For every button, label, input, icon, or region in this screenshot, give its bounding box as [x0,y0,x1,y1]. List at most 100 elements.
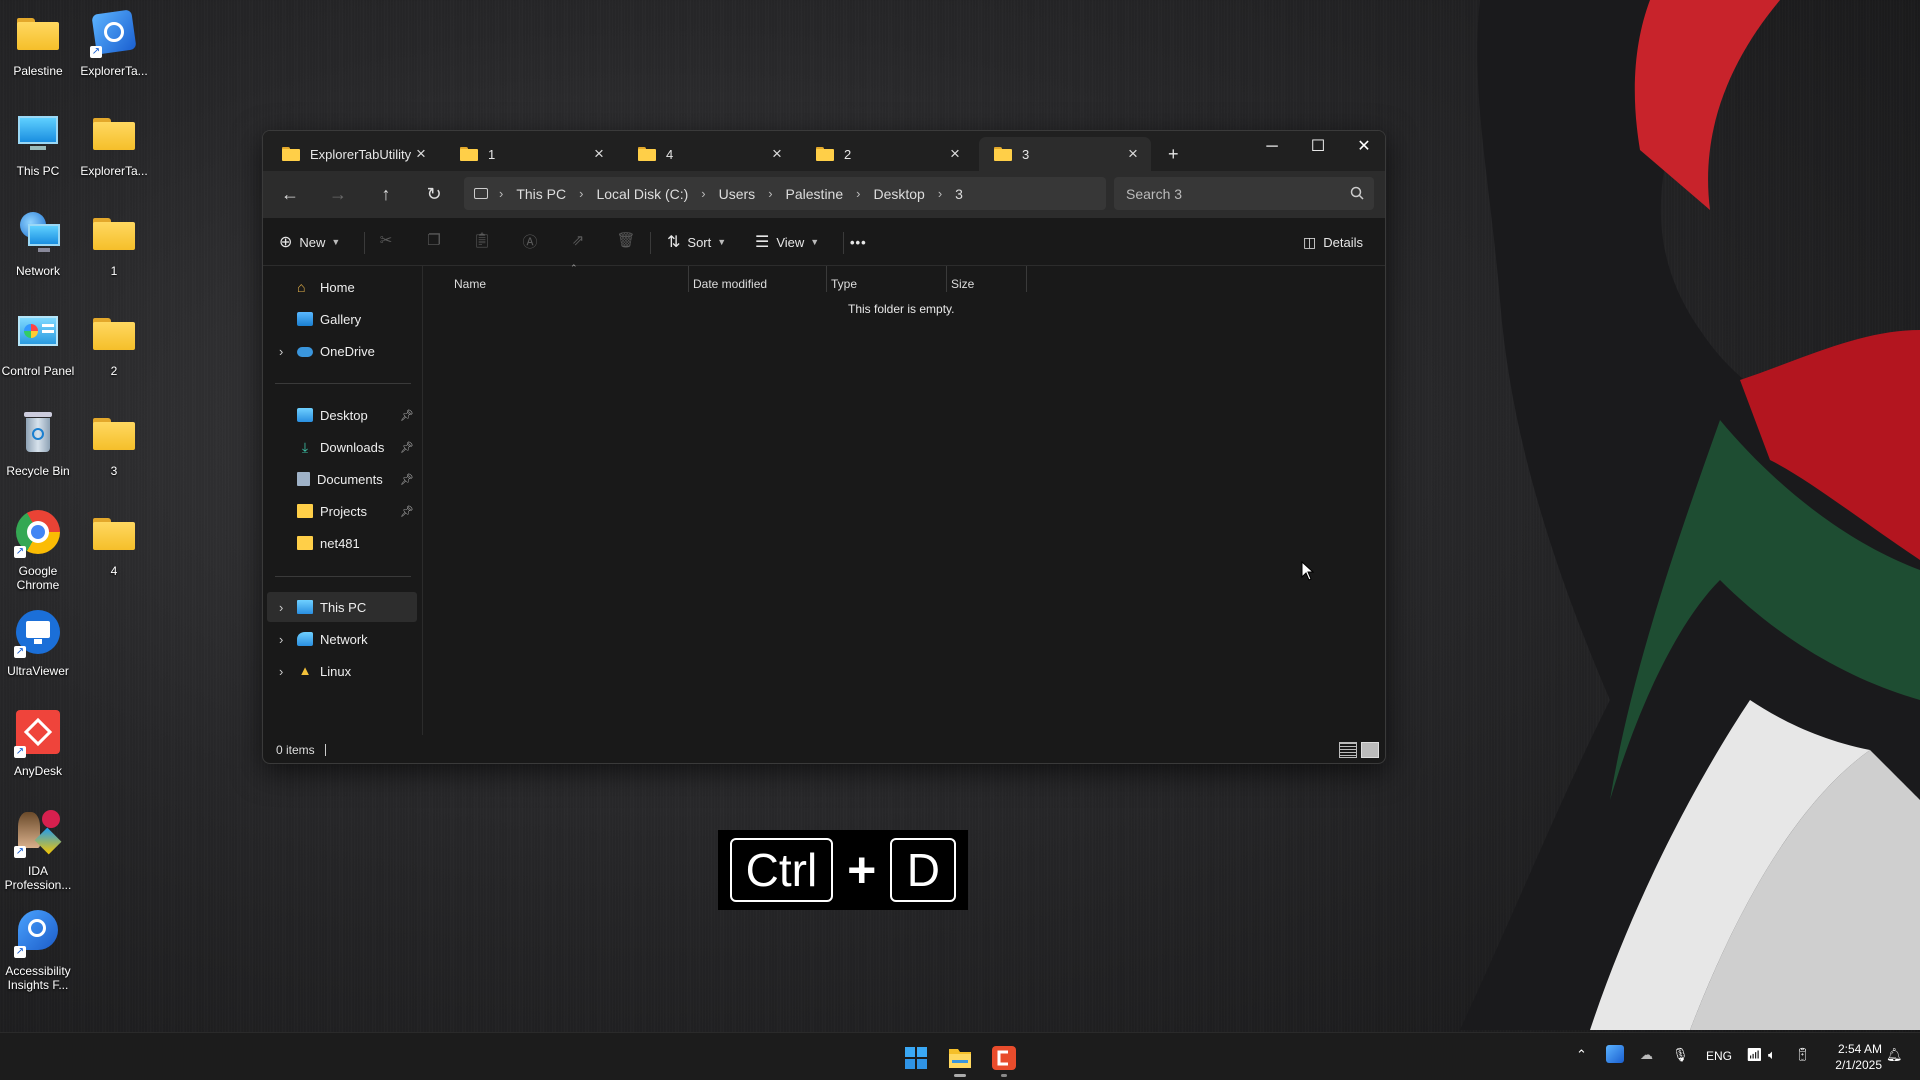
breadcrumb-palestine[interactable]: Palestine [786,186,844,202]
taskbar-file-explorer[interactable] [940,1039,980,1077]
column-header-name[interactable]: Name [454,274,486,294]
taskbar-explorertabutility[interactable] [984,1039,1024,1077]
microphone-icon[interactable]: 🎙︎ [1672,1047,1689,1063]
column-divider[interactable] [1026,266,1027,292]
refresh-icon[interactable]: ↻ [419,180,449,208]
nav-item-onedrive[interactable]: › OneDrive [267,336,417,366]
tab-1[interactable]: 1 × [445,137,617,171]
desktop-icon-network[interactable]: Network [0,206,76,298]
desktop-icon-control-panel[interactable]: Control Panel [0,306,76,398]
notifications-bell-icon[interactable]: 🔔︎ [1886,1047,1903,1063]
nav-item-documents[interactable]: Documents 📌︎ [267,464,417,494]
nav-item-home[interactable]: ⌂ Home [267,272,417,302]
desktop-icon-google-chrome[interactable]: ↗ Google Chrome [0,506,76,610]
close-tab-icon[interactable]: × [413,145,429,162]
wallpaper-flag [1460,0,1920,1030]
clock[interactable]: 2:54 AM 2/1/2025 [1828,1041,1882,1073]
desktop-icon-recycle-bin[interactable]: Recycle Bin [0,406,76,498]
breadcrumb-local-disk[interactable]: Local Disk (C:) [596,186,688,202]
desktop-icon-palestine[interactable]: Palestine [0,6,76,98]
breadcrumb-3[interactable]: 3 [955,186,963,202]
desktop-icon-explorertab-shortcut[interactable]: ↗ ExplorerTa... [76,6,152,98]
back-arrow-icon[interactable]: ← [275,180,305,208]
close-window-icon[interactable]: ✕ [1341,131,1385,163]
onedrive-offline-icon[interactable]: ☁ [1640,1047,1653,1063]
chevron-right-icon[interactable]: › [279,344,283,359]
nav-item-gallery[interactable]: Gallery [267,304,417,334]
tab-explorertabutility[interactable]: ExplorerTabUtility × [267,137,439,171]
pin-icon[interactable]: 📌︎ [400,441,414,454]
desktop-icon-folder-1[interactable]: 1 [76,206,152,298]
language-indicator[interactable]: ENG [1706,1049,1732,1063]
close-tab-icon[interactable]: × [1125,145,1141,162]
pin-icon[interactable]: 📌︎ [400,473,414,486]
minimize-icon[interactable]: ─ [1249,131,1295,163]
wifi-icon[interactable]: 📶︎ [1746,1047,1763,1063]
file-list[interactable]: ⌃ Name Date modified Type Size This fold… [423,263,1385,735]
nav-item-net481[interactable]: net481 [267,528,417,558]
explorertab-tray-icon[interactable] [1606,1045,1624,1063]
tab-3[interactable]: 3 × [979,137,1151,171]
column-divider[interactable] [688,266,689,292]
desktop-icon-folder-2[interactable]: 2 [76,306,152,398]
large-icons-view-icon[interactable] [1361,742,1379,758]
battery-icon[interactable]: 🔋︎ [1794,1047,1811,1063]
chevron-right-icon[interactable]: › [279,664,283,679]
sort-button[interactable]: ⇅ Sort ▼ [667,230,726,254]
desktop-icon-explorertab-folder[interactable]: ExplorerTa... [76,106,152,198]
maximize-icon[interactable]: ☐ [1295,131,1341,163]
column-header-date-modified[interactable]: Date modified [693,274,767,294]
close-tab-icon[interactable]: × [769,145,785,162]
tab-4[interactable]: 4 × [623,137,795,171]
nav-item-this-pc[interactable]: › This PC [267,592,417,622]
nav-item-network[interactable]: › Network [267,624,417,654]
search-input[interactable]: Search 3 [1114,177,1374,210]
column-header-size[interactable]: Size [951,274,974,294]
new-tab-button[interactable]: + [1158,137,1192,171]
paste-icon[interactable]: 📋︎ [471,231,493,253]
breadcrumb-this-pc[interactable]: This PC [516,186,566,202]
volume-icon[interactable]: 🔈︎ [1768,1047,1776,1063]
share-icon[interactable]: ⇗ [567,231,589,253]
desktop-icon-ultraviewer[interactable]: ↗ UltraViewer [0,606,76,698]
nav-item-downloads[interactable]: ⤓ Downloads 📌︎ [267,432,417,462]
nav-item-projects[interactable]: Projects 📌︎ [267,496,417,526]
nav-item-desktop[interactable]: Desktop 📌︎ [267,400,417,430]
desktop-icon-accessibility-insights[interactable]: ↗ Accessibility Insights F... [0,906,76,1010]
chevron-right-icon[interactable]: › [279,632,283,647]
desktop-icon-this-pc[interactable]: This PC [0,106,76,198]
pin-icon[interactable]: 📌︎ [400,505,414,518]
file-explorer-window[interactable]: ExplorerTabUtility × 1 × 4 × 2 × 3 × + ─… [262,130,1386,764]
desktop-icon-ida-professional[interactable]: ↗ IDA Profession... [0,806,76,910]
breadcrumb-users[interactable]: Users [719,186,756,202]
address-bar[interactable]: › This PC › Local Disk (C:) › Users › Pa… [464,177,1106,210]
title-bar[interactable]: ExplorerTabUtility × 1 × 4 × 2 × 3 × + ─… [263,131,1385,171]
desktop-icon-anydesk[interactable]: ↗ AnyDesk [0,706,76,798]
copy-icon[interactable]: ❐ [423,231,445,253]
close-tab-icon[interactable]: × [591,145,607,162]
details-view-icon[interactable] [1339,742,1357,758]
forward-arrow-icon[interactable]: → [323,180,353,208]
view-button[interactable]: ☰ View ▼ [755,230,819,254]
column-divider[interactable] [826,266,827,292]
up-arrow-icon[interactable]: ↑ [371,180,401,208]
column-header-type[interactable]: Type [831,274,857,294]
tab-2[interactable]: 2 × [801,137,973,171]
home-icon: ⌂ [297,279,306,295]
nav-item-linux[interactable]: › ▲ Linux [267,656,417,686]
breadcrumb-desktop[interactable]: Desktop [873,186,924,202]
column-divider[interactable] [946,266,947,292]
chevron-right-icon[interactable]: › [279,600,283,615]
more-options-button[interactable]: ••• [850,230,867,254]
desktop-icon-folder-4[interactable]: 4 [76,506,152,598]
cut-icon[interactable]: ✂ [375,231,397,253]
show-hidden-icons-icon[interactable]: ⌃ [1576,1047,1587,1063]
rename-icon[interactable]: Ⓐ [519,231,541,253]
close-tab-icon[interactable]: × [947,145,963,162]
new-button[interactable]: ⊕ New ▼ [279,230,340,254]
start-button[interactable] [896,1039,936,1077]
delete-icon[interactable]: 🗑︎ [615,231,637,253]
desktop-icon-folder-3[interactable]: 3 [76,406,152,498]
details-button[interactable]: ◫ Details [1303,230,1363,254]
pin-icon[interactable]: 📌︎ [400,409,414,422]
